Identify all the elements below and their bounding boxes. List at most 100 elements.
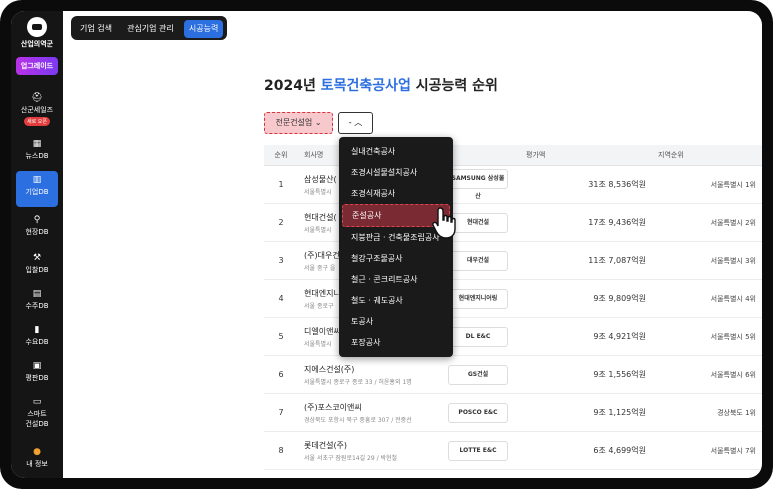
company-cell[interactable]: 롯데건설(주) 서울 서초구 잠원로14길 29 / 박현철 — [298, 431, 442, 470]
sidebar-item-site[interactable]: ⚲ 현장DB — [11, 215, 63, 237]
sidebar: 산업의역군 업그레이드 ⛑ 산군세일즈 새로 오픈 ▦ 뉴스DB ▥ 기업DB … — [11, 11, 63, 478]
logo-cell: 현대엔지니어링 — [442, 279, 520, 318]
sidebar-item-order[interactable]: ▤ 수주DB — [11, 289, 63, 311]
chevron-up-icon: ︿ — [354, 118, 363, 127]
sidebar-item-smart[interactable]: ▭ 스마트 건설DB — [11, 397, 63, 429]
device-frame: 산업의역군 업그레이드 ⛑ 산군세일즈 새로 오픈 ▦ 뉴스DB ▥ 기업DB … — [0, 0, 773, 489]
rank-cell: 5 — [264, 317, 298, 356]
sidebar-item-label: 스마트 — [27, 410, 47, 418]
company-cell[interactable]: (주)포스코이앤씨경상북도 포항시 북구 중흥로 307 / 전중선 — [298, 393, 442, 432]
sidebar-item-sales[interactable]: ⛑ 산군세일즈 새로 오픈 — [11, 93, 63, 126]
dropdown-option[interactable]: 철강구조물공사 — [342, 248, 450, 269]
subcategory-value: - — [348, 118, 352, 127]
hand-cursor-icon — [432, 207, 456, 239]
sidebar-item-news[interactable]: ▦ 뉴스DB — [11, 139, 63, 161]
sidebar-item-label: 뉴스DB — [25, 152, 49, 160]
region-rank-cell: 서울특별시 6위 — [652, 355, 762, 394]
sidebar-item-company[interactable]: ▥ 기업DB — [16, 171, 58, 207]
upgrade-button[interactable]: 업그레이드 — [16, 57, 58, 75]
company-logo: 대우건설 — [448, 250, 508, 271]
sidebar-item-myinfo[interactable]: ● 내 정보 — [11, 447, 63, 469]
table-row[interactable]: 6 지에스건설(주) 서울특별시 종로구 종로 33 / 허윤홍외 1명 GS건설 9조… — [264, 355, 762, 394]
sidebar-item-demand[interactable]: ▮ 수요DB — [11, 325, 63, 347]
rank-cell: 8 — [264, 431, 298, 470]
tab-watchlist[interactable]: 관심기업 관리 — [122, 20, 179, 38]
new-badge: 새로 오픈 — [24, 117, 50, 126]
category-select[interactable]: 전문건설업 ⌄ — [264, 112, 333, 134]
amount-cell: 17조 9,436억원 — [520, 203, 652, 242]
logo-cell: SAMSUNG 삼성물산 — [442, 165, 520, 204]
tab-company-search[interactable]: 기업 검색 — [75, 20, 117, 38]
company-name[interactable]: 롯데건설(주) — [304, 440, 436, 451]
reputation-icon: ▣ — [32, 361, 42, 371]
company-address: 서울 서초구 잠원로14길 29 / 박현철 — [304, 454, 398, 462]
col-region: 지역순위 — [652, 145, 762, 166]
company-address: 경상북도 포항시 북구 중흥로 307 / 전중선 — [304, 416, 412, 424]
region-rank-cell: 경상북도 1위 — [652, 393, 762, 432]
logo-cell: POSCO E&C — [442, 393, 520, 432]
document-icon: ▤ — [32, 289, 42, 299]
title-year: 2024년 — [264, 78, 316, 94]
sidebar-item-bid[interactable]: ⚒ 입찰DB — [11, 253, 63, 275]
sidebar-item-reputation[interactable]: ▣ 평판DB — [11, 361, 63, 383]
amount-cell: 9조 1,125억원 — [520, 393, 652, 432]
dropdown-option[interactable]: 철도 · 궤도공사 — [342, 290, 450, 311]
region-rank-cell: 서울특별시 4위 — [652, 279, 762, 318]
sidebar-item-label: 기업DB — [25, 188, 49, 196]
helmet-icon: ⛑ — [31, 93, 43, 103]
avatar-icon: ● — [33, 447, 41, 457]
bar-chart-icon: ▮ — [34, 325, 40, 335]
amount-cell: 9조 9,809억원 — [520, 279, 652, 318]
col-rank: 순위 — [264, 145, 298, 166]
company-name[interactable]: 지에스건설(주) — [304, 364, 436, 375]
region-rank-cell: 서울특별시 1위 — [652, 165, 762, 204]
brand[interactable]: 산업의역군 — [11, 17, 63, 49]
dropdown-option[interactable]: 철근 · 콘크리트공사 — [342, 269, 450, 290]
subcategory-select[interactable]: - ︿ — [338, 112, 373, 134]
dropdown-option[interactable]: 포장공사 — [342, 332, 450, 353]
amount-cell: 9조 1,556억원 — [520, 355, 652, 394]
title-rest: 시공능력 순위 — [415, 78, 498, 94]
news-icon: ▦ — [32, 139, 42, 149]
company-logo: POSCO E&C — [448, 402, 508, 423]
company-name[interactable]: (주)포스코이앤씨 — [304, 402, 436, 413]
region-rank-cell: 서울특별시 7위 — [652, 431, 762, 470]
company-cell[interactable]: 지에스건설(주) 서울특별시 종로구 종로 33 / 허윤홍외 1명 — [298, 355, 442, 394]
top-tabbar: 기업 검색 관심기업 관리 시공능력 — [71, 16, 228, 40]
rank-cell: 1 — [264, 165, 298, 204]
company-address: 서울특별시 종로구 종로 33 / 허윤홍외 1명 — [304, 378, 412, 386]
table-row[interactable]: 7 (주)포스코이앤씨 경상북도 포항시 북구 중흥로 307 / 전중선 POSCO… — [264, 393, 762, 432]
dropdown-option[interactable]: 조경시설물설치공사 — [342, 162, 450, 183]
page-title: 2024년 토목건축공사업 시공능력 순위 — [264, 75, 498, 95]
sidebar-item-label: 현장DB — [25, 228, 49, 236]
building-icon: ▥ — [32, 175, 42, 185]
col-amount: 평가액 — [520, 145, 652, 166]
sidebar-item-label-2: 건설DB — [25, 420, 49, 428]
sidebar-item-label: 수요DB — [25, 338, 49, 346]
logo-cell: GS건설 — [442, 355, 520, 394]
rank-cell: 3 — [264, 241, 298, 280]
tab-construction-capacity[interactable]: 시공능력 — [183, 20, 224, 38]
gavel-icon: ⚒ — [32, 253, 42, 263]
col-logo — [442, 145, 520, 166]
table-row[interactable]: 8 롯데건설(주) 서울 서초구 잠원로14길 29 / 박현철 LOTTE E&C 6… — [264, 431, 762, 470]
logo-cell: DL E&C — [442, 317, 520, 356]
dropdown-option[interactable]: 토공사 — [342, 311, 450, 332]
dropdown-option[interactable]: 조경식재공사 — [342, 183, 450, 204]
region-rank-cell: 서울특별시 3위 — [652, 241, 762, 280]
company-logo: DL E&C — [448, 326, 508, 347]
sidebar-item-label: 수주DB — [25, 302, 49, 310]
sidebar-item-label: 평판DB — [25, 374, 49, 382]
dropdown-option[interactable]: 실내건축공사 — [342, 141, 450, 162]
category-value: 전문건설업 — [275, 118, 313, 127]
company-logo: 현대엔지니어링 — [448, 288, 508, 309]
monitor-icon: ▭ — [32, 397, 42, 407]
rank-cell: 6 — [264, 355, 298, 394]
sidebar-item-label: 입찰DB — [25, 266, 49, 274]
amount-cell: 6조 4,699억원 — [520, 431, 652, 470]
region-rank-cell: 서울특별시 5위 — [652, 317, 762, 356]
rank-cell: 4 — [264, 279, 298, 318]
logo-cell: 대우건설 — [442, 241, 520, 280]
amount-cell: 31조 8,536억원 — [520, 165, 652, 204]
amount-cell: 11조 7,087억원 — [520, 241, 652, 280]
